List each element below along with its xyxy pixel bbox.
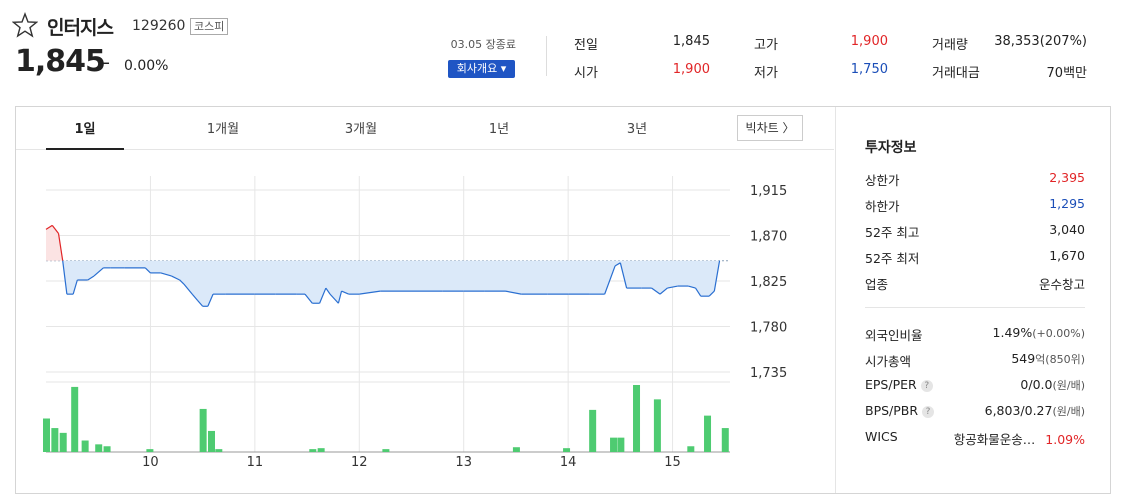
info-divider-1 <box>865 307 1085 308</box>
volume-bar <box>207 430 215 452</box>
volume-bar <box>617 437 625 452</box>
volume-bar <box>721 428 729 452</box>
volume-bar <box>81 440 89 452</box>
volume-bar <box>687 446 695 452</box>
bps-pbr-unit: (원/배) <box>1052 405 1085 418</box>
volume-bar <box>633 385 641 452</box>
eps-per-label: EPS/PER <box>865 377 917 392</box>
wics-percent: 1.09% <box>1045 432 1085 447</box>
volume-bar <box>704 415 712 452</box>
info-value-0: 2,395 <box>1049 170 1085 185</box>
volume-bar <box>309 449 317 452</box>
x-tick-label: 11 <box>247 455 264 470</box>
volume-bar <box>43 418 50 452</box>
volume-bar <box>512 447 520 452</box>
x-tick-label: 13 <box>455 455 472 470</box>
y-tick-label: 1,780 <box>750 321 787 336</box>
info-label-2: 52주 최고 <box>865 225 920 240</box>
foreign-ratio-label: 외국인비율 <box>865 328 923 343</box>
volume-bar <box>59 432 67 452</box>
volume-bar <box>103 446 111 452</box>
bps-pbr-label-group: BPS/PBR? <box>865 403 935 418</box>
info-title: 투자정보 <box>865 140 917 156</box>
eps-help-icon[interactable]: ? <box>920 380 933 392</box>
y-tick-label: 1,870 <box>750 230 787 245</box>
volume-bar <box>95 444 103 452</box>
volume-bar <box>317 448 325 452</box>
y-tick-label: 1,915 <box>750 184 787 199</box>
volume-bar <box>653 399 661 452</box>
price-area-above-ref <box>46 225 720 261</box>
foreign-ratio-change: (+0.00%) <box>1032 327 1085 340</box>
foreign-ratio-value-group: 1.49%(+0.00%) <box>993 325 1085 340</box>
volume-bar <box>610 437 618 452</box>
eps-per-value: 0/0.0 <box>1020 377 1053 392</box>
market-cap-value-group: 549억(850위) <box>1011 351 1085 367</box>
y-tick-label: 1,825 <box>750 275 787 290</box>
volume-bar <box>382 449 390 452</box>
wics-value-group: 항공화물운송… 1.09% <box>954 429 1085 448</box>
info-value-1: 1,295 <box>1049 196 1085 211</box>
volume-bar <box>71 386 79 452</box>
info-label-3: 52주 최저 <box>865 251 920 266</box>
volume-bar <box>589 409 597 452</box>
x-tick-label: 15 <box>664 455 681 470</box>
market-cap-label: 시가총액 <box>865 354 912 369</box>
price-area-below-ref <box>46 260 720 307</box>
foreign-ratio-value: 1.49% <box>992 325 1033 340</box>
info-label-1: 하한가 <box>865 199 900 214</box>
eps-per-value-group: 0/0.0(원/배) <box>1020 377 1085 393</box>
volume-bar <box>199 408 207 452</box>
bps-pbr-value: 6,803/0.27 <box>984 403 1053 418</box>
info-label-0: 상한가 <box>865 173 900 188</box>
eps-per-unit: (원/배) <box>1052 379 1085 392</box>
info-value-4: 운수창고 <box>1038 277 1085 292</box>
wics-label: WICS <box>865 429 898 444</box>
y-tick-label: 1,735 <box>750 366 787 381</box>
info-value-2: 3,040 <box>1049 222 1085 237</box>
x-tick-label: 12 <box>351 455 368 470</box>
market-cap-value: 549 <box>1011 351 1036 366</box>
info-value-3: 1,670 <box>1049 248 1085 263</box>
x-tick-label: 14 <box>560 455 577 470</box>
x-tick-label: 10 <box>142 455 159 470</box>
volume-bar <box>215 449 223 452</box>
bps-pbr-label: BPS/PBR <box>865 403 919 418</box>
bps-help-icon[interactable]: ? <box>922 406 935 418</box>
volume-bar <box>563 448 571 452</box>
volume-bar <box>146 449 154 452</box>
volume-bar <box>51 428 59 452</box>
wics-value[interactable]: 항공화물운송… <box>954 432 1036 447</box>
eps-per-label-group: EPS/PER? <box>865 377 933 392</box>
info-label-4: 업종 <box>865 277 889 292</box>
price-chart: 1,915 1,870 1,825 1,780 1,735 10 11 12 13 14 15 <box>43 176 787 470</box>
bps-pbr-value-group: 6,803/0.27(원/배) <box>985 403 1085 419</box>
market-cap-rank: 억(850위) <box>1035 353 1085 366</box>
